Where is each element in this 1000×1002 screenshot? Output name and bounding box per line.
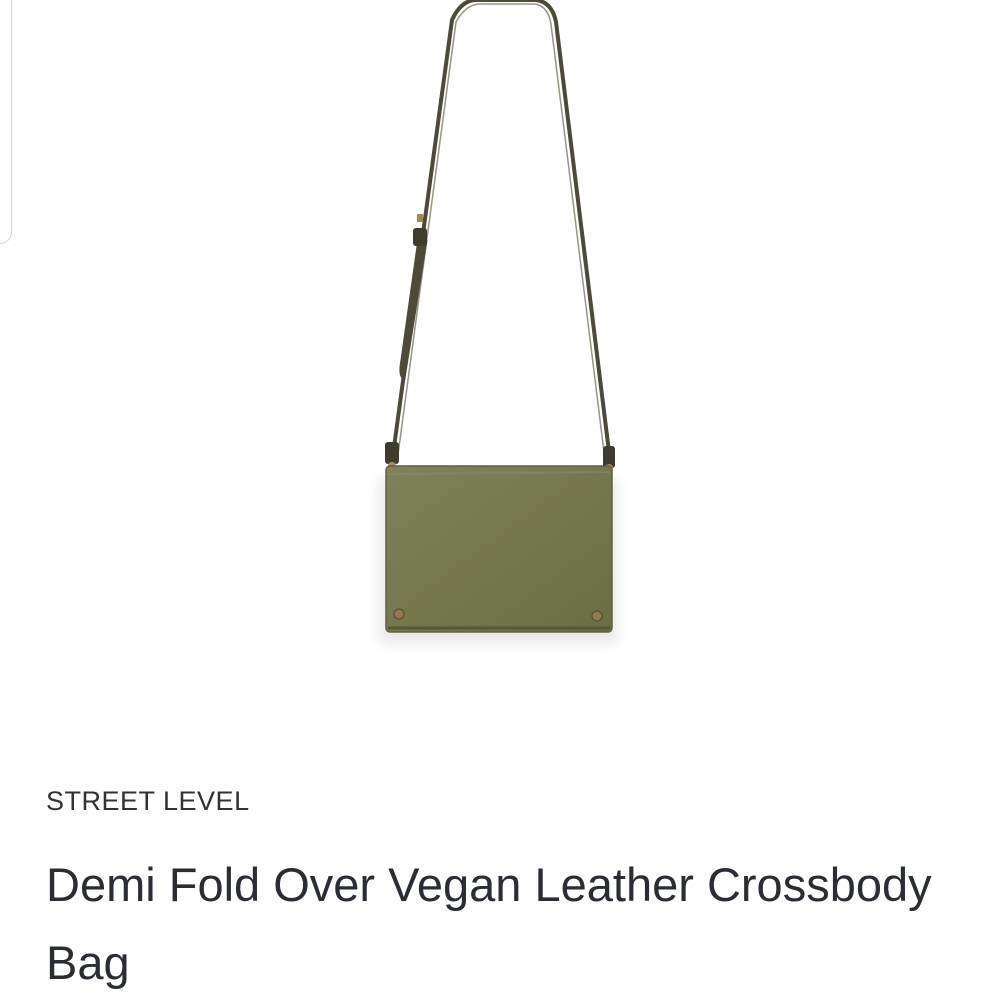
strap-end-left: [385, 442, 399, 464]
bag-body: [385, 465, 613, 633]
bag-strap-inner: [396, 3, 606, 463]
product-title: Demi Fold Over Vegan Leather Crossbody B…: [46, 858, 932, 989]
rivet-left: [393, 608, 405, 620]
strap-ring: [417, 214, 423, 222]
rivet-right: [591, 610, 603, 622]
strap-adjuster-tail: [399, 231, 428, 381]
strap-adjuster-buckle: [413, 228, 427, 246]
product-image: [378, 0, 618, 644]
brand-name: STREET LEVEL: [46, 786, 250, 816]
